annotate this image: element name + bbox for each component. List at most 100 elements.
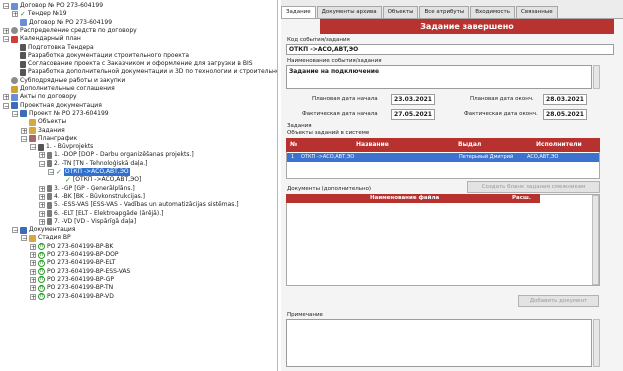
tree-item[interactable]: Объекты (21, 118, 66, 126)
expand-icon[interactable]: + (30, 243, 36, 250)
tree-item[interactable]: Согласование проекта с Заказчиком и офор… (12, 60, 253, 68)
name-scrollbar[interactable] (593, 65, 600, 89)
tree-item-label: Тендер №19 (27, 10, 67, 18)
tab-archive-docs[interactable]: Документы архива (316, 6, 382, 18)
tree-item[interactable]: + Акты по договору (3, 93, 77, 101)
col-performers[interactable]: Исполнители (536, 138, 582, 152)
col-name[interactable]: Название (356, 138, 389, 152)
col-num[interactable]: № (290, 138, 297, 152)
col-filename[interactable]: Наименование файла (370, 194, 439, 203)
collapse-icon[interactable]: − (21, 235, 27, 242)
expand-icon[interactable]: + (30, 276, 36, 283)
tree-item[interactable]: ✓ [ОТКП ->ACO,ABT,ЭО] (57, 176, 141, 184)
tree-item[interactable]: +6. -ELT [ELT - Elektroapgāde (ārējā).] (39, 210, 163, 218)
tree-item[interactable]: +1. -DOP [DOP - Darbu organizēšanas proj… (39, 151, 194, 159)
tab-objects[interactable]: Объекты (382, 6, 419, 18)
note-scrollbar[interactable] (593, 319, 600, 367)
tree-item[interactable]: Разработка документации строительного пр… (12, 52, 189, 60)
tree-item-label: Разработка документации строительного пр… (28, 51, 190, 59)
collapse-icon[interactable]: − (39, 160, 45, 167)
tree-item[interactable]: − 2. -TN [TN - Tehnoloģiskā daļa.] (39, 160, 147, 168)
tree-item[interactable]: Разработка дополнительной документации и… (12, 68, 277, 76)
collapse-icon[interactable]: − (3, 36, 9, 43)
expand-icon[interactable]: + (30, 268, 36, 275)
tab-related[interactable]: Связанные (515, 6, 558, 18)
name-field[interactable]: Задание на подключение (286, 65, 592, 89)
tree-item[interactable]: Подготовка Тендера (12, 44, 94, 52)
create-blank-button[interactable]: Создать бланк задания смежникам (467, 181, 600, 193)
expand-icon[interactable]: + (30, 260, 36, 267)
col-issuer[interactable]: Выдал (458, 138, 481, 152)
actual-start-field[interactable]: 27.05.2021 (391, 109, 435, 120)
planned-end-field[interactable]: 28.03.2021 (543, 94, 587, 105)
tree-item[interactable]: +4. -BK [BK - Būvkonstrukcijas.] (39, 193, 145, 201)
tree-item[interactable]: Договор № PO 273-604199 (12, 19, 112, 27)
expand-icon[interactable]: + (3, 27, 9, 34)
green-icon: H (38, 284, 45, 292)
tree-item[interactable]: + ✓ Тендер №19 (12, 10, 67, 18)
planned-start-field[interactable]: 23.03.2021 (391, 94, 435, 105)
list-icon (20, 60, 26, 68)
tree-item[interactable]: − ✓ ОТКП ->ACO,ABT,ЭО (48, 168, 130, 176)
documents-grid[interactable] (286, 194, 600, 286)
expand-icon[interactable]: + (39, 185, 45, 192)
tree-item-label: Подготовка Тендера (28, 43, 94, 51)
tree-item-label: PO 273-604199-BP-ESS-VAS (47, 267, 131, 275)
collapse-icon[interactable]: − (3, 3, 9, 10)
tree-item[interactable]: + H PO 273-604199-BP-ESS-VAS (30, 268, 130, 276)
tree-item[interactable]: − Договор № PO 273-604199 (3, 2, 103, 10)
tab-inclusion[interactable]: Входимость (470, 6, 515, 18)
tree-item[interactable]: +7. -VD [VD - Vispārīgā daļa] (39, 218, 136, 226)
expand-icon[interactable]: + (30, 293, 36, 300)
code-field[interactable]: ОТКП ->ACO,ABT,ЭО (286, 44, 614, 55)
note-field[interactable] (286, 319, 592, 367)
tasks-grid-header: № Название Выдал Исполнители (286, 138, 600, 152)
collapse-icon[interactable]: − (48, 169, 54, 176)
collapse-icon[interactable]: − (12, 110, 18, 117)
collapse-icon[interactable]: − (12, 227, 18, 234)
expand-icon[interactable]: + (39, 218, 45, 225)
expand-icon[interactable]: + (30, 252, 36, 259)
docbig-icon (47, 218, 52, 226)
table-row[interactable]: 1 ОТКП ->ACO,ABT,ЭО Петерьвый Дмитрий AC… (287, 153, 599, 162)
tree-item-label: 1. -DOP [DOP - Darbu organizēšanas proje… (54, 151, 194, 159)
add-document-button[interactable]: Добавить документ (518, 295, 599, 307)
tree-item[interactable]: − Календарный план (3, 35, 81, 43)
documents-scrollbar[interactable] (592, 195, 599, 285)
tree-item[interactable]: + H PO 273-604199-BP-DOP (30, 251, 118, 259)
tree-item[interactable]: + H PO 273-604199-BP-GP (30, 276, 114, 284)
tab-all-attributes[interactable]: Все атрибуты (419, 6, 470, 18)
collapse-icon[interactable]: − (3, 102, 9, 109)
tree-item[interactable]: +5. -ESS-VAS [ESS-VAS - Vadības un autom… (39, 201, 239, 209)
tree-item[interactable]: − 1. - Būvprojekts (30, 143, 93, 151)
tree-item[interactable]: + H PO 273-604199-BP-ELT (30, 259, 115, 267)
tree-item[interactable]: + Распределение средств по договору (3, 27, 137, 35)
tree-item[interactable]: − Проект № PO 273-604199 (12, 110, 109, 118)
tree-item[interactable]: + Задания (21, 127, 65, 135)
expand-icon[interactable]: + (39, 210, 45, 217)
tree-item[interactable]: − Документация (12, 226, 75, 234)
doc-icon (11, 93, 18, 101)
tree-item-label: Проектная документация (20, 101, 102, 109)
expand-icon[interactable]: + (39, 193, 45, 200)
expand-icon[interactable]: + (12, 11, 18, 18)
expand-icon[interactable]: + (39, 152, 45, 159)
collapse-icon[interactable]: − (30, 144, 36, 151)
tree-item[interactable]: Субподрядные работы и закупки (3, 77, 125, 85)
tree-item[interactable]: + H PO 273-604199-BP-VD (30, 293, 114, 301)
expand-icon[interactable]: + (21, 127, 27, 134)
expand-icon[interactable]: + (3, 94, 9, 101)
tree-item[interactable]: +3. -GP [GP - Ģenerālplāns.] (39, 185, 135, 193)
col-extension[interactable]: Расш. (512, 194, 531, 203)
expand-icon[interactable]: + (30, 285, 36, 292)
tree-item[interactable]: − Проектная документация (3, 102, 102, 110)
tree-item[interactable]: Дополнительные соглашения (3, 85, 115, 93)
expand-icon[interactable]: + (39, 202, 45, 209)
tree-item[interactable]: − Стадия ВР (21, 234, 71, 242)
tree-item[interactable]: + H PO 273-604199-BP-TN (30, 284, 113, 292)
tree-item[interactable]: − Планграфик (21, 135, 77, 143)
tree-item[interactable]: + H PO 273-604199-BP-BK (30, 243, 113, 251)
collapse-icon[interactable]: − (21, 135, 27, 142)
actual-end-field[interactable]: 28.05.2021 (543, 109, 587, 120)
project-tree[interactable]: − Договор № PO 273-604199 + ✓ Тендер №19 Дого… (0, 0, 278, 371)
